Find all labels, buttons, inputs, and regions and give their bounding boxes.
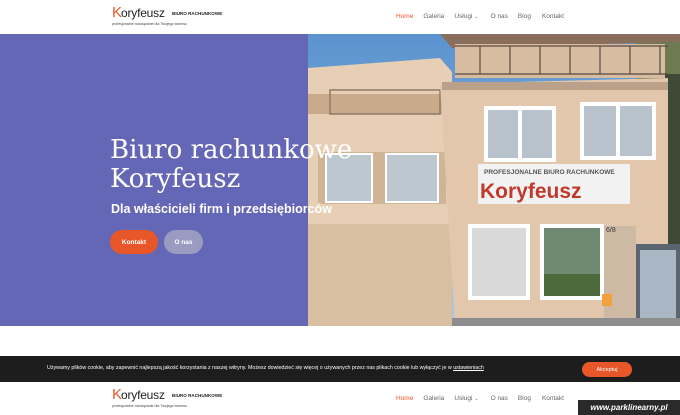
hero-section: PROFESJONALNE BIURO RACHUNKOWE Koryfeusz…	[0, 34, 680, 326]
sticky-nav-item-home[interactable]: Home	[396, 395, 413, 402]
logo-wordmark: oryfeusz	[121, 6, 165, 20]
onas-button[interactable]: O nas	[164, 230, 203, 254]
sticky-nav-item-blog[interactable]: Blog	[518, 395, 531, 402]
sticky-nav-item-galeria[interactable]: Galeria	[423, 395, 444, 402]
sticky-logo[interactable]: K oryfeusz BIURO RACHUNKOWE profesjonaln…	[112, 386, 222, 413]
nav-item-home[interactable]: Home	[396, 13, 413, 20]
watermark: www.parklinearny.pl	[578, 400, 680, 415]
sticky-logo-wordmark: oryfeusz	[121, 388, 165, 402]
main-nav: Home Galeria Usługi ⌄ O nas Blog Kontakt	[396, 13, 564, 20]
sticky-nav-item-onas[interactable]: O nas	[491, 395, 508, 402]
sticky-nav-item-uslugi[interactable]: Usługi ⌄	[454, 395, 478, 402]
sticky-nav: Home Galeria Usługi ⌄ O nas Blog Kontakt	[396, 395, 564, 402]
nav-item-uslugi-label: Usługi	[454, 13, 473, 20]
hero-title-line1: Biuro rachunkowe	[110, 135, 353, 165]
cookie-accept-button[interactable]: Akceptuj	[582, 362, 632, 377]
hero-title: Biuro rachunkowe Koryfeusz	[110, 136, 352, 194]
sign-main-text: Koryfeusz	[480, 180, 582, 203]
door-number: 6/8	[606, 227, 616, 234]
cookie-bar: Używamy plików cookie, aby zapewnić najl…	[0, 356, 680, 382]
nav-item-blog[interactable]: Blog	[518, 13, 531, 20]
sticky-nav-item-kontakt[interactable]: Kontakt	[542, 395, 564, 402]
logo-caption: BIURO RACHUNKOWE	[172, 11, 223, 16]
logo[interactable]: K oryfeusz BIURO RACHUNKOWE profesjonaln…	[112, 4, 222, 31]
site-header: K oryfeusz BIURO RACHUNKOWE profesjonaln…	[0, 0, 680, 34]
nav-item-uslugi[interactable]: Usługi ⌄	[454, 13, 478, 20]
nav-item-onas[interactable]: O nas	[491, 13, 508, 20]
cookie-message: Używamy plików cookie, aby zapewnić najl…	[47, 365, 484, 371]
page: K oryfeusz BIURO RACHUNKOWE profesjonaln…	[0, 0, 680, 415]
cookie-settings-link[interactable]: ustawieniach	[453, 365, 484, 371]
sticky-logo-caption: BIURO RACHUNKOWE	[172, 393, 223, 398]
sticky-logo-tagline: profesjonalne rozwiązanie dla Twojego bi…	[112, 404, 188, 408]
cookie-text: Używamy plików cookie, aby zapewnić najl…	[47, 365, 452, 371]
kontakt-button[interactable]: Kontakt	[110, 230, 158, 254]
hero-subtitle: Dla właścicieli firm i przedsiębiorców	[111, 202, 332, 216]
chevron-down-icon: ⌄	[474, 396, 479, 402]
logo-tagline: profesjonalne rozwiązanie dla Twojego bi…	[112, 22, 188, 26]
chevron-down-icon: ⌄	[474, 14, 479, 20]
sign-top-text: PROFESJONALNE BIURO RACHUNKOWE	[484, 169, 615, 176]
hero-title-line2: Koryfeusz	[110, 164, 241, 194]
sticky-nav-item-uslugi-label: Usługi	[454, 395, 473, 402]
nav-item-galeria[interactable]: Galeria	[423, 13, 444, 20]
nav-item-kontakt[interactable]: Kontakt	[542, 13, 564, 20]
